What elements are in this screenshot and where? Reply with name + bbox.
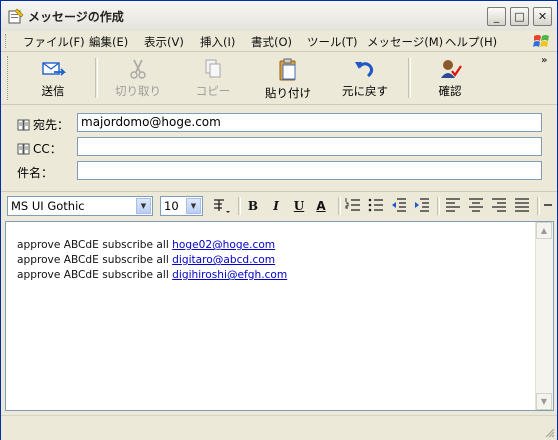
address-book-icon bbox=[17, 119, 30, 131]
menu-bar: ファイル(F) 編集(E) 表示(V) 挿入(I) 書式(O) ツール(T) メ… bbox=[1, 31, 557, 52]
toolbar-separator bbox=[95, 58, 98, 98]
body-line: approve ABCdE subscribe all digitaro@abc… bbox=[17, 253, 287, 268]
to-field[interactable]: majordomo@hoge.com bbox=[77, 113, 542, 132]
copy-label: コピー bbox=[195, 84, 231, 98]
toolbar-grip[interactable] bbox=[7, 56, 11, 100]
main-toolbar: 送信 切り取り コピー 貼り付け 元に戻す 確認 bbox=[1, 52, 557, 105]
close-button[interactable]: ✕ bbox=[533, 7, 552, 26]
menu-file[interactable]: ファイル(F) bbox=[23, 34, 85, 50]
menu-message[interactable]: メッセージ(M) bbox=[367, 34, 443, 50]
menu-help[interactable]: ヘルプ(H) bbox=[445, 34, 497, 50]
undo-button[interactable]: 元に戻す bbox=[339, 56, 391, 102]
font-size-select[interactable]: 10 ▼ bbox=[160, 196, 203, 216]
chevron-down-icon[interactable]: ▼ bbox=[136, 198, 151, 214]
menu-format[interactable]: 書式(O) bbox=[251, 34, 292, 50]
body-line-text: approve ABCdE subscribe all bbox=[17, 254, 173, 266]
undo-label: 元に戻す bbox=[342, 84, 388, 98]
subject-label: 件名： bbox=[17, 166, 54, 180]
body-line: approve ABCdE subscribe all digihiroshi@… bbox=[17, 268, 287, 283]
cut-button[interactable]: 切り取り bbox=[114, 56, 162, 102]
to-label-group[interactable]: 宛先： bbox=[17, 116, 69, 133]
check-names-button[interactable]: 確認 bbox=[429, 56, 471, 102]
undo-icon bbox=[355, 62, 374, 78]
cut-label: 切り取り bbox=[115, 84, 161, 98]
format-separator bbox=[437, 197, 440, 215]
font-size-value: 10 bbox=[164, 199, 179, 213]
to-label: 宛先： bbox=[33, 118, 70, 132]
body-line: approve ABCdE subscribe all hoge02@hoge.… bbox=[17, 238, 287, 253]
menu-insert[interactable]: 挿入(I) bbox=[200, 34, 235, 50]
font-name-value: MS UI Gothic bbox=[11, 199, 85, 213]
window-title: メッセージの作成 bbox=[28, 10, 124, 24]
address-book-icon bbox=[17, 143, 30, 155]
align-center-icon[interactable] bbox=[467, 197, 485, 213]
copy-icon bbox=[205, 59, 221, 78]
body-line-text: approve ABCdE subscribe all bbox=[17, 269, 173, 281]
format-separator bbox=[238, 197, 241, 215]
send-icon bbox=[42, 62, 66, 76]
horizontal-line-icon[interactable] bbox=[544, 202, 552, 208]
menu-grip[interactable] bbox=[5, 34, 9, 48]
cc-label-group[interactable]: CC： bbox=[17, 140, 62, 157]
justify-icon[interactable] bbox=[513, 197, 531, 213]
cc-label: CC： bbox=[33, 142, 62, 156]
bold-button[interactable]: B bbox=[244, 198, 262, 214]
formatting-toolbar: MS UI Gothic ▼ 10 ▼ B I U A bbox=[1, 191, 557, 218]
email-link[interactable]: digitaro@abcd.com bbox=[172, 254, 275, 266]
cc-row: CC： bbox=[1, 135, 557, 159]
email-link[interactable]: digihiroshi@efgh.com bbox=[172, 269, 287, 281]
numbered-list-icon[interactable] bbox=[344, 197, 362, 213]
toolbar-overflow-button[interactable]: » bbox=[541, 55, 547, 66]
compose-window: メッセージの作成 _ □ ✕ ファイル(F) 編集(E) 表示(V) 挿入(I)… bbox=[0, 0, 558, 440]
format-separator bbox=[338, 197, 341, 215]
toolbar-separator bbox=[408, 58, 411, 98]
subject-row: 件名： bbox=[1, 159, 557, 183]
message-text[interactable]: approve ABCdE subscribe all hoge02@hoge.… bbox=[17, 238, 287, 283]
maximize-button[interactable]: □ bbox=[510, 7, 529, 26]
scissors-icon bbox=[130, 59, 146, 79]
to-row: 宛先： majordomo@hoge.com bbox=[1, 111, 557, 135]
font-name-select[interactable]: MS UI Gothic ▼ bbox=[7, 196, 153, 216]
chevron-down-icon[interactable]: ▼ bbox=[186, 198, 201, 214]
bullet-list-icon[interactable] bbox=[367, 197, 385, 213]
underline-button[interactable]: U bbox=[290, 198, 308, 214]
italic-button[interactable]: I bbox=[267, 198, 285, 214]
format-separator bbox=[537, 197, 540, 215]
scroll-down-icon[interactable]: ▼ bbox=[536, 393, 552, 410]
windows-logo-icon bbox=[533, 35, 549, 47]
minimize-button[interactable]: _ bbox=[487, 7, 506, 26]
clipboard-icon bbox=[279, 58, 296, 81]
copy-button[interactable]: コピー bbox=[191, 56, 235, 102]
compose-message-icon bbox=[8, 8, 24, 24]
font-color-button[interactable]: A bbox=[312, 198, 330, 214]
increase-indent-icon[interactable] bbox=[413, 197, 431, 213]
title-bar[interactable]: メッセージの作成 _ □ ✕ bbox=[1, 1, 557, 32]
message-body[interactable]: approve ABCdE subscribe all hoge02@hoge.… bbox=[5, 221, 554, 411]
align-right-icon[interactable] bbox=[490, 197, 508, 213]
send-button[interactable]: 送信 bbox=[31, 56, 75, 102]
body-line-text: approve ABCdE subscribe all bbox=[17, 239, 173, 251]
send-label: 送信 bbox=[41, 84, 65, 98]
check-names-icon bbox=[441, 60, 462, 78]
paragraph-style-icon[interactable] bbox=[212, 197, 232, 215]
email-link[interactable]: hoge02@hoge.com bbox=[172, 239, 275, 251]
decrease-indent-icon[interactable] bbox=[390, 197, 408, 213]
menu-tools[interactable]: ツール(T) bbox=[307, 34, 358, 50]
paste-label: 貼り付け bbox=[265, 86, 311, 100]
menu-view[interactable]: 表示(V) bbox=[144, 34, 184, 50]
align-left-icon[interactable] bbox=[444, 197, 462, 213]
resize-grip-icon[interactable] bbox=[543, 426, 555, 438]
vertical-scrollbar[interactable]: ▲ ▼ bbox=[535, 222, 553, 410]
paste-button[interactable]: 貼り付け bbox=[263, 56, 313, 102]
scroll-up-icon[interactable]: ▲ bbox=[536, 222, 552, 239]
subject-field[interactable] bbox=[77, 161, 542, 180]
cc-field[interactable] bbox=[77, 137, 542, 156]
check-names-label: 確認 bbox=[438, 84, 462, 98]
status-bar bbox=[1, 415, 557, 440]
menu-edit[interactable]: 編集(E) bbox=[89, 34, 128, 50]
